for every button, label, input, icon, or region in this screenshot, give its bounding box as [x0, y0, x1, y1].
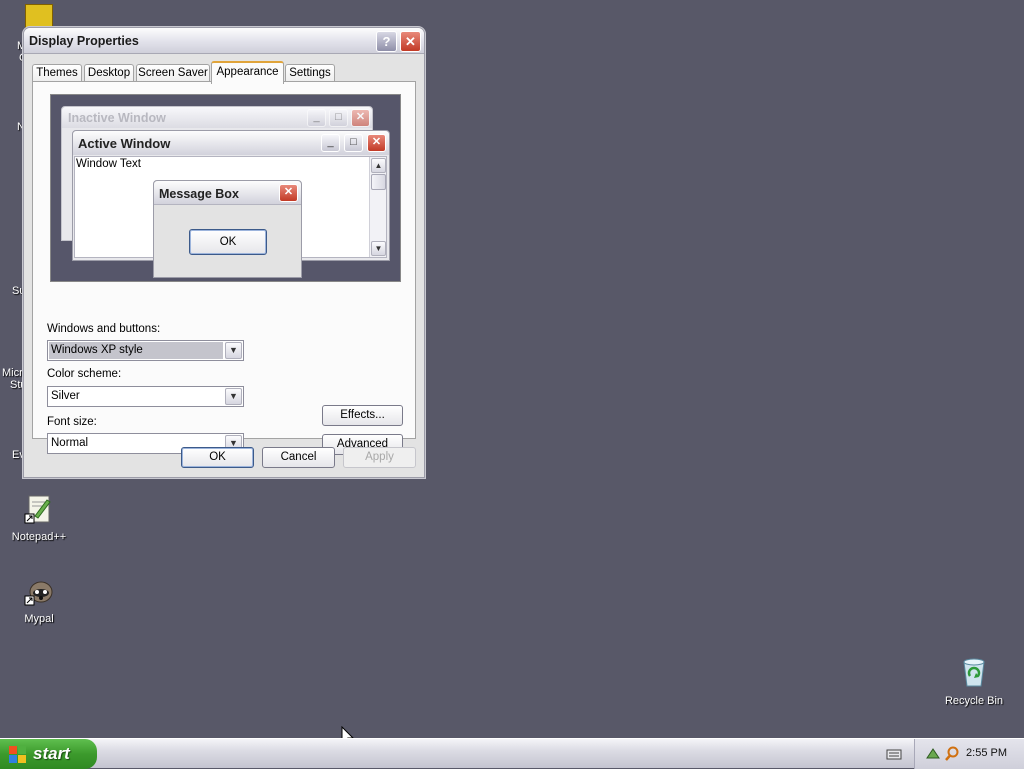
mypal-icon — [24, 581, 53, 606]
font-size-value: Normal — [51, 437, 89, 449]
close-button[interactable]: ✕ — [400, 31, 421, 52]
system-tray: 2:55 PM — [914, 739, 1024, 769]
scroll-up-icon: ▲ — [371, 158, 386, 173]
color-scheme-value: Silver — [51, 390, 80, 402]
notepadpp-icon — [24, 495, 51, 524]
preview-active-window: Active Window _ □ ✕ Window Text ▲ ▼ Mess… — [72, 130, 390, 278]
preview-window-text: Window Text — [76, 158, 141, 170]
color-scheme-select[interactable]: Silver ▼ — [47, 386, 244, 407]
preview-active-title: Active Window — [78, 136, 171, 151]
color-scheme-label: Color scheme: — [47, 368, 122, 380]
close-icon: ✕ — [405, 34, 416, 49]
taskbar: start 2:55 PM — [0, 738, 1024, 769]
apply-button[interactable]: Apply — [343, 447, 416, 468]
desktop-icon-notepadpp[interactable]: Notepad++ — [8, 494, 70, 543]
display-properties-dialog: Display Properties ? ✕ Themes Desktop Sc… — [23, 27, 425, 478]
scroll-thumb — [371, 174, 386, 190]
appearance-preview: Inactive Window _ □ ✕ Active Window _ □ … — [50, 94, 401, 282]
desktop-icon-recycle-bin[interactable]: Recycle Bin — [940, 656, 1008, 707]
preview-message-box: Message Box ✕ OK — [153, 180, 302, 278]
partial-desktop-icon[interactable] — [25, 4, 53, 28]
preview-scrollbar: ▲ ▼ — [369, 157, 386, 257]
dialog-titlebar[interactable]: Display Properties ? ✕ — [24, 28, 424, 54]
keyboard-icon[interactable] — [886, 747, 902, 761]
font-size-label: Font size: — [47, 416, 97, 428]
network-icon[interactable] — [925, 746, 941, 762]
tab-appearance[interactable]: Appearance — [211, 61, 284, 84]
chevron-down-icon[interactable]: ▼ — [225, 342, 242, 359]
preview-inactive-title: Inactive Window — [68, 111, 166, 125]
preview-message-box-title: Message Box — [159, 187, 239, 201]
dialog-title: Display Properties — [29, 34, 139, 48]
windows-buttons-value: Windows XP style — [49, 342, 223, 359]
ok-button[interactable]: OK — [181, 447, 254, 468]
start-label: start — [33, 744, 70, 763]
help-button[interactable]: ? — [376, 31, 397, 52]
desktop-icon-label: Notepad++ — [11, 531, 67, 543]
maximize-icon: □ — [329, 109, 348, 127]
close-icon: ✕ — [351, 109, 370, 127]
clock[interactable]: 2:55 PM — [966, 747, 1007, 759]
windows-buttons-select[interactable]: Windows XP style ▼ — [47, 340, 244, 361]
effects-button[interactable]: Effects... — [322, 405, 403, 426]
close-icon: ✕ — [279, 184, 298, 202]
preview-client-area: Window Text ▲ ▼ Message Box ✕ OK — [74, 156, 387, 278]
chevron-down-icon[interactable]: ▼ — [225, 388, 242, 405]
scroll-down-icon: ▼ — [371, 241, 386, 256]
desktop-icon-label: Mypal — [24, 613, 54, 625]
start-button[interactable]: start — [0, 739, 97, 769]
desktop-icon-label: Recycle Bin — [944, 695, 1004, 707]
cancel-button[interactable]: Cancel — [262, 447, 335, 468]
appearance-panel: Inactive Window _ □ ✕ Active Window _ □ … — [32, 81, 416, 455]
desktop-icon-mypal[interactable]: Mypal — [8, 576, 70, 625]
minimize-icon: _ — [321, 134, 340, 152]
recycle-bin-icon — [963, 658, 985, 687]
preview-ok-button: OK — [189, 229, 267, 255]
maximize-icon: □ — [344, 134, 363, 152]
close-icon: ✕ — [367, 134, 386, 152]
minimize-icon: _ — [307, 109, 326, 127]
search-icon[interactable] — [944, 746, 960, 762]
help-icon: ? — [382, 34, 391, 49]
windows-flag-icon — [9, 746, 26, 763]
windows-buttons-label: Windows and buttons: — [47, 323, 161, 335]
